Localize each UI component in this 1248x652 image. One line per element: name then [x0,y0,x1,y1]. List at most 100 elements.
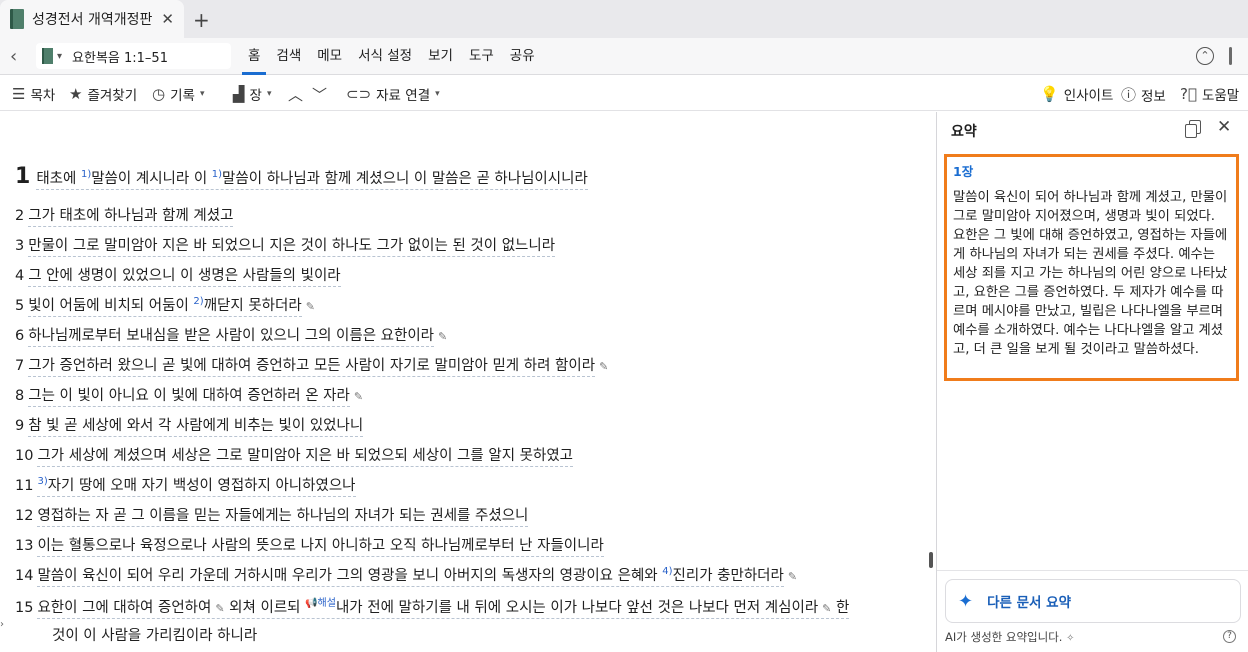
verse-11[interactable]: 11 3)자기 땅에 오매 자기 백성이 영접하지 아니하였으나 [15,474,356,497]
toolbar: ☰ 목차 ★ 즐겨찾기 ◷ 기록 ▾ ▟ 장 ▾ ︿ ﹀ ⊂⊃ 자료 연결 ▾ … [0,75,1248,111]
verse-number: 5 [15,298,25,314]
verse-3[interactable]: 3 만물이 그로 말미암아 지은 바 되었으니 지은 것이 하나도 그가 없이는 … [15,234,556,257]
note-pen-icon[interactable]: ✎ [438,330,447,343]
other-document-summary-button[interactable]: ✦ 다른 문서 요약 [945,579,1241,623]
verse-text[interactable]: 그가 태초에 하나님과 함께 계셨고 [28,208,234,227]
close-icon[interactable]: ✕ [1217,117,1231,137]
chapter-label: 장 [249,88,262,104]
options-handle-icon[interactable] [1229,47,1232,65]
resource-link-button[interactable]: ⊂⊃ 자료 연결 ▾ [346,84,440,104]
note-pen-icon[interactable]: ✎ [788,570,797,583]
verse-fragment: 말씀이 하나님과 함께 계셨으니 이 말씀은 곧 하나님이시니라 [222,171,588,187]
verse-number: 3 [15,238,25,254]
help-button[interactable]: ?⃝ 도움말 [1180,84,1239,104]
back-arrow-icon[interactable]: ‹ [10,46,17,67]
verse-fragment: 참 빛 곧 세상에 와서 각 사람에게 비추는 빛이 있었나니 [28,418,364,434]
favorites-button[interactable]: ★ 즐겨찾기 [69,84,137,104]
verse-14[interactable]: 14 말씀이 육신이 되어 우리 가운데 거하시매 우리가 그의 영광을 보니 아… [15,564,797,587]
note-pen-icon[interactable]: ✎ [306,300,315,313]
verse-9[interactable]: 9참 빛 곧 세상에 와서 각 사람에게 비추는 빛이 있었나니 [15,414,364,437]
menu-tab-3[interactable]: 서식 설정 [350,38,420,75]
close-tab-icon[interactable]: ✕ [161,10,174,28]
verse-text[interactable]: 만물이 그로 말미암아 지은 바 되었으니 지은 것이 하나도 그가 없이는 된… [28,238,556,257]
toc-button[interactable]: ☰ 목차 [12,84,55,104]
verse-fragment: 태초에 [36,171,81,187]
footnote-marker[interactable]: 📢해설 [305,598,336,609]
verse-fragment: 한 [831,600,850,616]
reader-scrollbar[interactable] [929,552,933,568]
verse-text[interactable]: 영접하는 자 곧 그 이름을 믿는 자들에게는 하나님의 자녀가 되는 권세를 … [37,508,529,527]
previous-chapter-button[interactable]: ︿ [288,84,308,105]
menu-tab-4[interactable]: 보기 [420,38,461,75]
resource-link-label: 자료 연결 [376,88,431,104]
verse-15-continuation[interactable]: 것이 이 사람을 가리킴이라 하니라 [52,624,257,645]
verse-7[interactable]: 7 그가 증언하러 왔으니 곧 빛에 대하여 증언하고 모든 사람이 자기로 말미… [15,354,608,377]
verse-5[interactable]: 5 빛이 어둠에 비치되 어둠이 2)깨닫지 못하더라 ✎ [15,294,315,317]
verse-text[interactable]: 요한이 그에 대하여 증언하여 ✎ 외쳐 이르되 📢해설내가 전에 말하기를 내 … [37,598,850,619]
verse-fragment: 진리가 충만하더라 [672,568,784,584]
verse-text[interactable]: 그는 이 빛이 아니요 이 빛에 대하여 증언하러 온 자라 [28,388,350,407]
verse-number: 12 [15,508,34,524]
verse-12[interactable]: 12 영접하는 자 곧 그 이름을 믿는 자들에게는 하나님의 자녀가 되는 권세… [15,504,529,527]
info-button[interactable]: ⓘ 정보 [1121,84,1166,105]
insight-label: 인사이트 [1063,88,1114,104]
verse-text[interactable]: 말씀이 육신이 되어 우리 가운데 거하시매 우리가 그의 영광을 보니 아버지… [37,566,784,587]
menu-tab-1[interactable]: 검색 [268,38,309,75]
collapse-ribbon-icon[interactable]: ⌃ [1196,47,1214,65]
verse-text[interactable]: 그 안에 생명이 있었으니 이 생명은 사람들의 빛이라 [28,268,341,287]
verse-text[interactable]: 3)자기 땅에 오매 자기 백성이 영접하지 아니하였으나 [37,476,356,497]
verse-text[interactable]: 참 빛 곧 세상에 와서 각 사람에게 비추는 빛이 있었나니 [28,418,364,437]
list-icon: ☰ [12,85,26,103]
footnote-marker[interactable]: 4) [662,566,672,577]
note-pen-icon[interactable]: ✎ [354,390,363,403]
menu-tab-6[interactable]: 공유 [502,38,543,75]
verse-4[interactable]: 4그 안에 생명이 있었으니 이 생명은 사람들의 빛이라 [15,264,341,287]
verse-number: 7 [15,358,25,374]
verse-number: 13 [15,538,34,554]
note-pen-icon[interactable]: ✎ [822,602,831,615]
verse-text[interactable]: 하나님께로부터 보내심을 받은 사람이 있으니 그의 이름은 요한이라 [28,328,435,347]
verse-2[interactable]: 2 그가 태초에 하나님과 함께 계셨고 [15,204,234,227]
link-icon: ⊂⊃ [346,85,372,103]
history-button[interactable]: ◷ 기록 ▾ [152,84,204,104]
verse-fragment: 이는 혈통으로나 육정으로나 사람의 뜻으로 나지 아니하고 오직 하나님께로부… [37,538,604,554]
verse-text[interactable]: 이는 혈통으로나 육정으로나 사람의 뜻으로 나지 아니하고 오직 하나님께로부… [37,538,604,557]
note-pen-icon[interactable]: ✎ [599,360,608,373]
verse-1[interactable]: 1 태초에 1)말씀이 계시니라 이 1)말씀이 하나님과 함께 계셨으니 이 말… [15,164,588,190]
expand-left-icon[interactable]: › [0,619,4,630]
verse-text[interactable]: 그가 세상에 계셨으며 세상은 그로 말미암아 지은 바 되었으되 세상이 그를… [37,448,573,467]
chapter-button[interactable]: ▟ 장 ▾ [233,84,272,104]
footnote-marker[interactable]: 2) [193,296,203,307]
menu-tab-5[interactable]: 도구 [461,38,502,75]
footnote-marker[interactable]: 1) [212,169,222,180]
new-tab-button[interactable]: + [193,8,210,32]
star-icon: ★ [69,85,83,103]
bar-chart-icon: ▟ [233,85,245,103]
menu-tab-0[interactable]: 홈 [240,38,268,75]
chevron-down-icon: ▾ [199,89,205,99]
verse-8[interactable]: 8 그는 이 빛이 아니요 이 빛에 대하여 증언하러 온 자라 ✎ [15,384,363,407]
verse-text[interactable]: 빛이 어둠에 비치되 어둠이 2)깨닫지 못하더라 [28,296,302,317]
footnote-marker[interactable]: 3) [37,476,47,487]
favorites-label: 즐겨찾기 [87,88,138,104]
insight-button[interactable]: 💡 인사이트 [1040,84,1113,104]
summary-text: 말씀이 육신이 되어 하나님과 함께 계셨고, 만물이 그로 말미암아 지어졌으… [953,190,1228,357]
verse-fragment: 요한이 그에 대하여 증언하여 [37,600,212,616]
passage-selector[interactable]: ▾ 요한복음 1:1–51 [36,43,231,69]
menu-tab-2[interactable]: 메모 [309,38,350,75]
next-chapter-button[interactable]: ﹀ [312,84,332,105]
help-icon[interactable]: ? [1223,630,1236,643]
verse-text[interactable]: 태초에 1)말씀이 계시니라 이 1)말씀이 하나님과 함께 계셨으니 이 말씀… [36,169,588,190]
document-tab[interactable]: 성경전서 개역개정판 ✕ [0,0,184,38]
verse-text[interactable]: 그가 증언하러 왔으니 곧 빛에 대하여 증언하고 모든 사람이 자기로 말미암… [28,358,596,377]
verse-10[interactable]: 10 그가 세상에 계셨으며 세상은 그로 말미암아 지은 바 되었으되 세상이 … [15,444,573,467]
footnote-marker[interactable]: 1) [81,169,91,180]
chevron-down-icon[interactable]: ▾ [57,51,62,62]
verse-number: 6 [15,328,25,344]
verse-number: 10 [15,448,34,464]
verse-15[interactable]: 15 요한이 그에 대하여 증언하여 ✎ 외쳐 이르되 📢해설내가 전에 말하기를 … [15,594,850,619]
verse-6[interactable]: 6 하나님께로부터 보내심을 받은 사람이 있으니 그의 이름은 요한이라 ✎ [15,324,447,347]
verse-13[interactable]: 13 이는 혈통으로나 육정으로나 사람의 뜻으로 나지 아니하고 오직 하나님께… [15,534,604,557]
copy-icon[interactable] [1185,120,1201,138]
note-pen-icon[interactable]: ✎ [215,602,224,615]
